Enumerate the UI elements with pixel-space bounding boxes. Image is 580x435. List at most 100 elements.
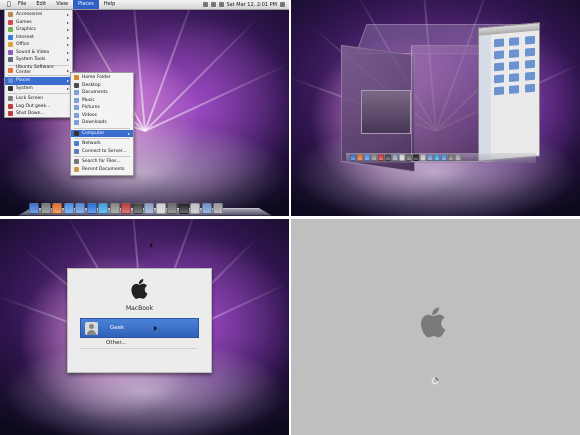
menu-help[interactable]: Help: [99, 0, 120, 9]
dock-app-icon[interactable]: [441, 154, 447, 161]
menu-item-label: Accessories: [16, 12, 43, 18]
dock-app-icon[interactable]: [155, 203, 166, 214]
menu-item-log-out-geek[interactable]: Log Out geek...: [5, 103, 72, 111]
menu-item-games[interactable]: Games ▸: [5, 19, 72, 27]
places-item-search-for-files[interactable]: Search for Files...: [71, 158, 133, 166]
places-item-connect-to-server[interactable]: Connect to Server...: [71, 148, 133, 156]
folder-icon[interactable]: [524, 47, 535, 57]
folder-icon[interactable]: [494, 86, 504, 96]
dock-app-icon[interactable]: [109, 203, 120, 214]
places-item-videos[interactable]: Videos: [71, 112, 133, 120]
menu-item-system[interactable]: System ▸: [5, 85, 72, 93]
folder-icon[interactable]: [494, 62, 504, 72]
dock-app-icon[interactable]: [455, 154, 461, 161]
dock-app-icon[interactable]: [357, 154, 363, 161]
menu-item-places[interactable]: Places ▸: [5, 77, 72, 85]
dock-app-icon[interactable]: [178, 203, 189, 214]
folder-icon[interactable]: [509, 49, 520, 58]
dock-app-icon[interactable]: [385, 154, 391, 161]
menu-view[interactable]: View: [51, 0, 73, 9]
menu-item-ubuntu-software-center[interactable]: Ubuntu Software Center ▸: [5, 65, 72, 75]
recent-icon: [74, 166, 79, 172]
places-item-pictures[interactable]: Pictures: [71, 104, 133, 112]
folder-icon[interactable]: [509, 73, 520, 82]
menu-edit[interactable]: Edit: [31, 0, 51, 9]
menu-places[interactable]: Places: [72, 0, 99, 9]
folder-icon[interactable]: [509, 85, 520, 94]
user-item-geek[interactable]: Geek: [80, 318, 199, 338]
places-item-documents[interactable]: Documents: [71, 89, 133, 97]
dock-app-icon[interactable]: [371, 154, 377, 161]
dock-app-icon[interactable]: [40, 203, 51, 214]
server-icon: [74, 148, 79, 154]
dock-app-icon[interactable]: [420, 154, 426, 161]
menu-file[interactable]: File: [13, 0, 31, 9]
places-item-downloads[interactable]: Downloads: [71, 119, 133, 127]
folder-icon[interactable]: [494, 74, 504, 84]
dock-app-icon[interactable]: [29, 203, 39, 214]
places-item-music[interactable]: Music: [71, 97, 133, 105]
dock-app-icon[interactable]: [350, 154, 356, 161]
menu-item-internet[interactable]: Internet ▸: [5, 34, 72, 42]
dock-app-icon[interactable]: [413, 154, 419, 161]
menu-item-label: Computer: [82, 130, 105, 136]
dock-app-icon[interactable]: [427, 154, 433, 161]
user-item-other[interactable]: Other...: [80, 337, 197, 349]
dock-app-icon[interactable]: [213, 203, 223, 214]
wifi-icon[interactable]: [210, 2, 216, 7]
folder-icon[interactable]: [494, 50, 504, 60]
volume-icon[interactable]: [218, 2, 224, 7]
dock-app-icon[interactable]: [167, 203, 177, 214]
file-browser-window: [478, 22, 540, 162]
search-icon: [74, 159, 79, 165]
places-item-desktop[interactable]: Desktop: [71, 82, 133, 90]
games-icon: [8, 19, 13, 25]
dock-app-icon[interactable]: [399, 154, 405, 161]
dock-app-icon[interactable]: [448, 154, 454, 161]
shutdown-icon: [8, 111, 13, 117]
menu-item-graphics[interactable]: Graphics ▸: [5, 26, 72, 34]
folder-icon[interactable]: [494, 38, 504, 48]
user-name-label: Other...: [106, 339, 127, 346]
logout-icon: [8, 103, 13, 109]
dock-app-icon[interactable]: [201, 203, 212, 214]
folder-icon[interactable]: [524, 83, 535, 93]
places-item-recent-documents[interactable]: Recent Documents: [71, 166, 133, 174]
places-item-home-folder[interactable]: Home Folder: [71, 74, 133, 82]
apple-menu-icon[interactable]: : [5, 1, 13, 8]
desktop-menus-screenshot:  File Edit View Places Help Sat Mar 12,…: [0, 0, 289, 216]
dock-app-icon[interactable]: [364, 154, 370, 161]
folder-icon[interactable]: [524, 35, 535, 45]
dock-app-icon[interactable]: [144, 203, 154, 214]
dock-app-icon[interactable]: [378, 154, 384, 161]
folder-icon[interactable]: [509, 37, 520, 46]
dock-app-icon[interactable]: [121, 203, 131, 214]
bluetooth-icon[interactable]: [202, 2, 208, 7]
menu-item-accessories[interactable]: Accessories ▸: [5, 11, 72, 19]
wallpaper-light-ray: [143, 0, 201, 131]
folder-icon[interactable]: [524, 59, 535, 69]
menu-item-system-tools[interactable]: System Tools ▸: [5, 56, 72, 64]
places-item-network[interactable]: Network: [71, 140, 133, 148]
places-item-computer[interactable]: Computer ▸: [71, 129, 133, 137]
menu-item-lock-screen[interactable]: Lock Screen: [5, 95, 72, 103]
dock-app-icon[interactable]: [86, 203, 97, 214]
folder-icon[interactable]: [524, 71, 535, 81]
menubar-clock[interactable]: Sat Mar 12, 2:01 PM: [227, 2, 278, 8]
dock-app-icon[interactable]: [406, 154, 412, 161]
dock-app-icon[interactable]: [98, 203, 108, 214]
folder-icon[interactable]: [509, 61, 520, 70]
dock-app-icon[interactable]: [132, 203, 143, 214]
submenu-arrow-icon: ▸: [66, 27, 69, 33]
menubar-status-area: Sat Mar 12, 2:01 PM: [202, 2, 290, 8]
dock-app-icon[interactable]: [392, 154, 398, 161]
menu-item-sound-video[interactable]: Sound & Video ▸: [5, 49, 72, 57]
dock-app-icon[interactable]: [190, 203, 200, 214]
menu-item-shut-down[interactable]: Shut Down...: [5, 110, 72, 118]
dock-app-icon[interactable]: [75, 203, 85, 214]
menu-item-office[interactable]: Office ▸: [5, 41, 72, 49]
spotlight-icon[interactable]: [280, 2, 285, 7]
dock-app-icon[interactable]: [52, 203, 62, 214]
dock-app-icon[interactable]: [434, 154, 440, 161]
dock-app-icon[interactable]: [63, 203, 74, 214]
